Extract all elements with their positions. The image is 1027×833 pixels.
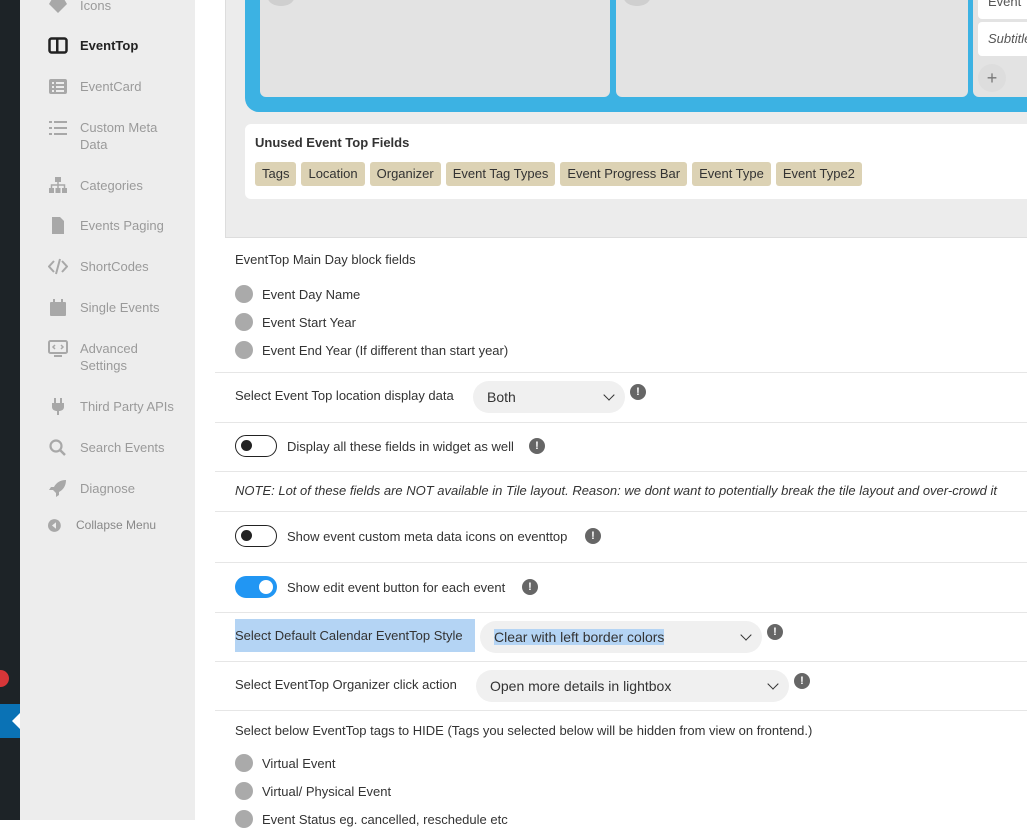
hide-tag-option[interactable]: Event Status eg. cancelled, reschedule e…: [235, 805, 1007, 833]
radio-dot[interactable]: [235, 313, 253, 331]
file-icon: [52, 217, 64, 234]
info-icon[interactable]: !: [585, 528, 601, 544]
hide-tag-option[interactable]: Virtual Event: [235, 749, 1007, 777]
collapse-menu[interactable]: Collapse Menu: [48, 517, 156, 534]
sidebar-item-eventtop[interactable]: EventTop: [48, 37, 138, 54]
unused-fields-panel: Unused Event Top Fields Tags Location Or…: [245, 124, 1027, 199]
organizer-action-row: Select EventTop Organizer click action O…: [215, 662, 1027, 711]
calendar-style-select[interactable]: Clear with left border colors: [480, 621, 762, 653]
radio-dot[interactable]: [235, 285, 253, 303]
sidebar-item-icons[interactable]: Icons: [48, 0, 111, 14]
sidebar-item-diagnose[interactable]: Diagnose: [48, 480, 135, 497]
edit-button-toggle-label: Show edit event button for each event: [287, 580, 506, 595]
unused-tag[interactable]: Event Type2: [775, 162, 862, 186]
search-icon: [49, 439, 66, 456]
radio-dot[interactable]: [235, 810, 253, 828]
edit-button-toggle-row: Show edit event button for each event !: [215, 563, 1027, 613]
monitor-icon: [48, 340, 68, 357]
wp-admin-bar: [0, 0, 20, 820]
radio-dot[interactable]: [235, 782, 253, 800]
chevron-down-icon: [603, 389, 615, 401]
hide-tags-title: Select below EventTop tags to HIDE (Tags…: [235, 723, 813, 738]
info-icon[interactable]: !: [767, 624, 783, 640]
slot-handle[interactable]: [268, 0, 294, 6]
slot-handle[interactable]: [624, 0, 650, 6]
toggle-knob: [241, 530, 252, 541]
widget-fields-toggle[interactable]: [235, 435, 277, 457]
rocket-icon: [49, 480, 66, 497]
day-block-section: EventTop Main Day block fields Event Day…: [215, 243, 1027, 373]
organizer-action-select[interactable]: Open more details in lightbox: [476, 670, 789, 702]
list-icon: [49, 121, 67, 135]
sidebar-item-categories[interactable]: Categories: [48, 177, 143, 194]
field-chip-event[interactable]: Event: [978, 0, 1027, 19]
layout-slot-left[interactable]: [260, 0, 610, 97]
code-icon: [48, 258, 68, 275]
info-icon[interactable]: !: [630, 384, 646, 400]
unused-tag[interactable]: Organizer: [369, 162, 441, 186]
sidebar-item-events-paging[interactable]: Events Paging: [48, 217, 164, 234]
layout-drop-area: [245, 0, 1027, 112]
unused-tag[interactable]: Event Progress Bar: [560, 162, 688, 186]
sitemap-icon: [49, 177, 67, 193]
sidebar-item-third-party-apis[interactable]: Third Party APIs: [48, 398, 174, 415]
unused-tags-list: Tags Location Organizer Event Tag Types …: [255, 162, 862, 186]
settings-sidebar: Icons EventTop EventCard Custom Meta Dat…: [20, 0, 216, 820]
active-menu-indicator[interactable]: [0, 704, 20, 738]
notification-badge: [0, 670, 9, 687]
settings-main-panel: Event Subtitle + Unused Event Top Fields…: [195, 0, 1027, 828]
sidebar-item-custom-meta-data[interactable]: Custom Meta Data: [48, 119, 168, 153]
radio-dot[interactable]: [235, 341, 253, 359]
note-row: NOTE: Lot of these fields are NOT availa…: [215, 472, 1027, 512]
calendar-style-row: Select Default Calendar EventTop Style C…: [215, 613, 1027, 662]
day-block-option[interactable]: Event Day Name: [235, 280, 1007, 308]
layout-slot-center[interactable]: [616, 0, 968, 97]
info-icon[interactable]: !: [529, 438, 545, 454]
unused-tag[interactable]: Location: [301, 162, 365, 186]
info-icon[interactable]: !: [522, 579, 538, 595]
chevron-down-icon: [740, 629, 752, 641]
location-display-select[interactable]: Both: [473, 381, 625, 413]
sidebar-item-shortcodes[interactable]: ShortCodes: [48, 258, 149, 275]
unused-tag[interactable]: Event Tag Types: [445, 162, 556, 186]
location-display-label: Select Event Top location display data: [235, 388, 454, 403]
plug-icon: [52, 398, 64, 415]
unused-fields-title: Unused Event Top Fields: [255, 135, 410, 150]
sidebar-item-eventcard[interactable]: EventCard: [48, 78, 141, 95]
collapse-arrow-icon: [48, 519, 61, 532]
calendar-style-label: Select Default Calendar EventTop Style: [235, 619, 475, 652]
widget-toggle-row: Display all these fields in widget as we…: [215, 423, 1027, 472]
toggle-knob: [241, 440, 252, 451]
diamond-icon: [49, 0, 67, 13]
organizer-action-label: Select EventTop Organizer click action: [235, 677, 457, 692]
day-block-option[interactable]: Event Start Year: [235, 308, 1007, 336]
day-block-title: EventTop Main Day block fields: [235, 252, 416, 267]
day-block-option[interactable]: Event End Year (If different than start …: [235, 336, 1007, 364]
location-display-row: Select Event Top location display data B…: [215, 373, 1027, 423]
calendar-icon: [50, 299, 66, 316]
unused-tag[interactable]: Event Type: [692, 162, 771, 186]
widget-toggle-label: Display all these fields in widget as we…: [287, 439, 514, 454]
add-field-button[interactable]: +: [978, 64, 1006, 92]
layout-icon: [48, 37, 68, 54]
hide-tag-option[interactable]: Virtual/ Physical Event: [235, 777, 1007, 805]
info-icon[interactable]: !: [794, 673, 810, 689]
meta-icons-toggle[interactable]: [235, 525, 277, 547]
list-card-icon: [49, 79, 67, 94]
meta-icons-toggle-row: Show event custom meta data icons on eve…: [215, 512, 1027, 563]
unused-tag[interactable]: Tags: [255, 162, 297, 186]
chevron-down-icon: [767, 678, 779, 690]
sidebar-item-advanced-settings[interactable]: Advanced Settings: [48, 340, 158, 374]
edit-button-toggle[interactable]: [235, 576, 277, 598]
hide-tags-section: Select below EventTop tags to HIDE (Tags…: [215, 711, 1027, 831]
meta-icons-toggle-label: Show event custom meta data icons on eve…: [287, 529, 568, 544]
sidebar-item-single-events[interactable]: Single Events: [48, 299, 160, 316]
field-chip-subtitle[interactable]: Subtitle: [978, 22, 1027, 56]
sidebar-item-search-events[interactable]: Search Events: [48, 439, 165, 456]
toggle-knob: [259, 580, 273, 594]
tile-layout-note: NOTE: Lot of these fields are NOT availa…: [235, 483, 997, 498]
radio-dot[interactable]: [235, 754, 253, 772]
